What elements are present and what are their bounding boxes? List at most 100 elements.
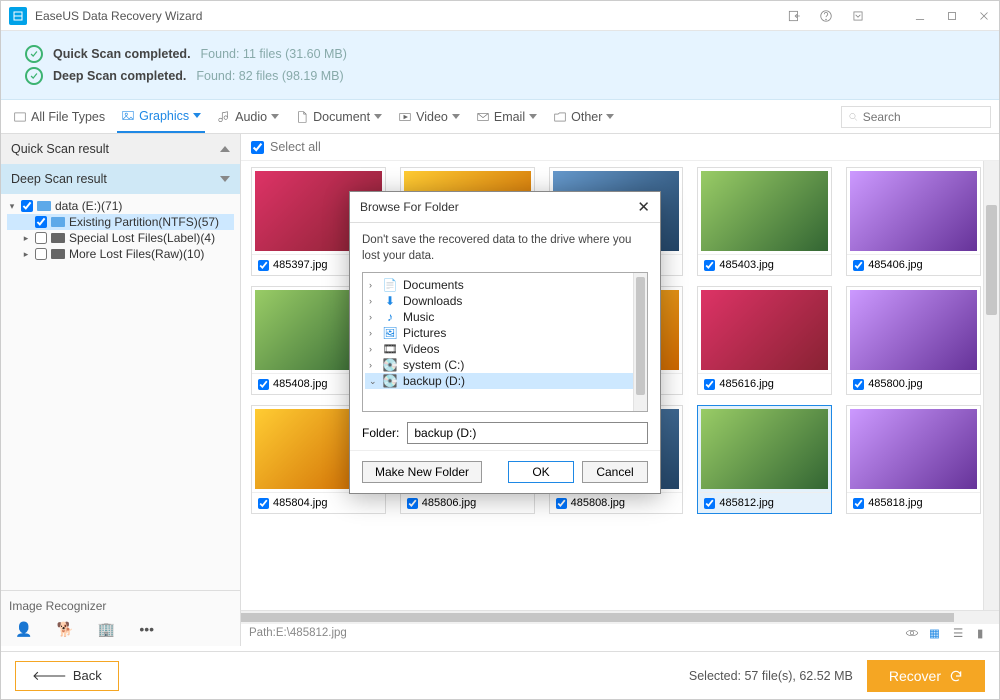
select-all-row[interactable]: Select all xyxy=(241,134,999,161)
list-view-icon[interactable]: ☰ xyxy=(953,626,967,640)
thumbnail-checkbox[interactable] xyxy=(258,379,269,390)
thumbnail[interactable]: 485406.jpg xyxy=(846,167,981,276)
videos-icon: 🎞 xyxy=(383,342,397,356)
thumbnail-checkbox[interactable] xyxy=(258,498,269,509)
document-icon: 📄 xyxy=(383,278,397,292)
folder-icon xyxy=(51,249,65,259)
close-button[interactable] xyxy=(975,7,993,25)
thumbnail[interactable]: 485616.jpg xyxy=(697,286,832,395)
import-icon[interactable] xyxy=(785,7,803,25)
download-icon: ⬇ xyxy=(383,294,397,308)
thumbnail[interactable]: 485812.jpg xyxy=(697,405,832,514)
folder-backup-drive[interactable]: ⌄💽backup (D:) xyxy=(365,373,645,389)
check-icon xyxy=(25,45,43,63)
grid-view-icon[interactable]: ▦ xyxy=(929,626,943,640)
ok-button[interactable]: OK xyxy=(508,461,574,483)
filter-video[interactable]: Video xyxy=(394,100,464,133)
dialog-title: Browse For Folder xyxy=(360,200,459,214)
titlebar: EaseUS Data Recovery Wizard xyxy=(1,1,999,31)
select-all-checkbox[interactable] xyxy=(251,141,264,154)
quick-scan-label: Quick Scan completed. xyxy=(53,47,191,61)
quick-scan-panel-header[interactable]: Quick Scan result xyxy=(1,134,240,164)
partition-icon xyxy=(51,217,65,227)
image-recognizer-label: Image Recognizer xyxy=(9,599,232,613)
preview-icon[interactable] xyxy=(905,626,919,640)
search-icon xyxy=(848,111,859,123)
thumbnail-checkbox[interactable] xyxy=(853,260,864,271)
folder-documents[interactable]: ›📄Documents xyxy=(365,277,645,293)
vertical-scrollbar[interactable] xyxy=(983,161,999,621)
animal-icon[interactable]: 🐕 xyxy=(56,621,73,638)
horizontal-scrollbar[interactable] xyxy=(241,610,999,624)
filter-graphics[interactable]: Graphics xyxy=(117,100,205,133)
filter-document[interactable]: Document xyxy=(291,100,386,133)
filter-email[interactable]: Email xyxy=(472,100,541,133)
thumbnail-filename: 485818.jpg xyxy=(868,497,922,509)
detail-view-icon[interactable]: ▮ xyxy=(977,626,991,640)
thumbnail-filename: 485812.jpg xyxy=(719,497,773,509)
thumbnail-checkbox[interactable] xyxy=(704,260,715,271)
filter-audio[interactable]: Audio xyxy=(213,100,283,133)
filter-other[interactable]: Other xyxy=(549,100,618,133)
folder-videos[interactable]: ›🎞Videos xyxy=(365,341,645,357)
dialog-folder-tree: ›📄Documents ›⬇Downloads ›♪Music ›🖼Pictur… xyxy=(362,272,648,412)
search-input[interactable] xyxy=(863,110,984,124)
thumbnail[interactable]: 485818.jpg xyxy=(846,405,981,514)
cancel-button[interactable]: Cancel xyxy=(582,461,648,483)
person-icon[interactable]: 👤 xyxy=(15,621,32,638)
search-box[interactable] xyxy=(841,106,991,128)
tree-node-root[interactable]: ▾data (E:)(71) xyxy=(7,198,234,214)
dialog-close-button[interactable]: ✕ xyxy=(637,198,650,216)
thumbnail-checkbox[interactable] xyxy=(704,379,715,390)
thumbnail-checkbox[interactable] xyxy=(853,379,864,390)
chevron-down-icon xyxy=(220,176,230,182)
recover-button[interactable]: Recover xyxy=(867,660,985,692)
back-button[interactable]: 🡐 Back xyxy=(15,661,119,691)
tree-node-raw[interactable]: ▸More Lost Files(Raw)(10) xyxy=(7,246,234,262)
thumbnail-image xyxy=(701,409,828,489)
thumbnail-checkbox[interactable] xyxy=(704,498,715,509)
footer: 🡐 Back Selected: 57 file(s), 62.52 MB Re… xyxy=(1,651,999,699)
folder-pictures[interactable]: ›🖼Pictures xyxy=(365,325,645,341)
menu-icon[interactable] xyxy=(849,7,867,25)
path-text: Path:E:\485812.jpg xyxy=(249,627,347,639)
thumbnail[interactable]: 485800.jpg xyxy=(846,286,981,395)
building-icon[interactable]: 🏢 xyxy=(98,621,115,638)
thumbnail-filename: 485406.jpg xyxy=(868,259,922,271)
thumbnail-image xyxy=(701,290,828,370)
deep-scan-label: Deep Scan completed. xyxy=(53,69,186,83)
filter-all[interactable]: All File Types xyxy=(9,100,109,133)
dialog-warning: Don't save the recovered data to the dri… xyxy=(362,233,648,264)
thumbnail-image xyxy=(850,171,977,251)
maximize-button[interactable] xyxy=(943,7,961,25)
deep-scan-panel-header[interactable]: Deep Scan result xyxy=(1,164,240,194)
dialog-scrollbar[interactable] xyxy=(633,273,647,411)
folder-field-input[interactable] xyxy=(407,422,648,444)
scan-status-banner: Quick Scan completed. Found: 11 files (3… xyxy=(1,31,999,100)
thumbnail-filename: 485800.jpg xyxy=(868,378,922,390)
app-title: EaseUS Data Recovery Wizard xyxy=(35,9,785,23)
folder-system-drive[interactable]: ›💽system (C:) xyxy=(365,357,645,373)
browse-folder-dialog: Browse For Folder ✕ Don't save the recov… xyxy=(349,191,661,494)
thumbnail-checkbox[interactable] xyxy=(556,498,567,509)
thumbnail[interactable]: 485403.jpg xyxy=(697,167,832,276)
quick-scan-found: Found: 11 files (31.60 MB) xyxy=(201,47,347,61)
tree-node-existing[interactable]: Existing Partition(NTFS)(57) xyxy=(7,214,234,230)
thumbnail-filename: 485408.jpg xyxy=(273,378,327,390)
app-icon xyxy=(9,7,27,25)
thumbnail-checkbox[interactable] xyxy=(258,260,269,271)
folder-music[interactable]: ›♪Music xyxy=(365,309,645,325)
thumbnail-checkbox[interactable] xyxy=(853,498,864,509)
minimize-button[interactable] xyxy=(911,7,929,25)
thumbnail-filename: 485403.jpg xyxy=(719,259,773,271)
sidebar: Quick Scan result Deep Scan result ▾data… xyxy=(1,134,241,646)
thumbnail-checkbox[interactable] xyxy=(407,498,418,509)
filter-toolbar: All File Types Graphics Audio Document V… xyxy=(1,100,999,134)
thumbnail-image xyxy=(850,409,977,489)
selection-info: Selected: 57 file(s), 62.52 MB xyxy=(689,669,853,683)
folder-downloads[interactable]: ›⬇Downloads xyxy=(365,293,645,309)
tree-node-special[interactable]: ▸Special Lost Files(Label)(4) xyxy=(7,230,234,246)
help-icon[interactable] xyxy=(817,7,835,25)
make-new-folder-button[interactable]: Make New Folder xyxy=(362,461,482,483)
more-icon[interactable]: ••• xyxy=(139,621,154,638)
